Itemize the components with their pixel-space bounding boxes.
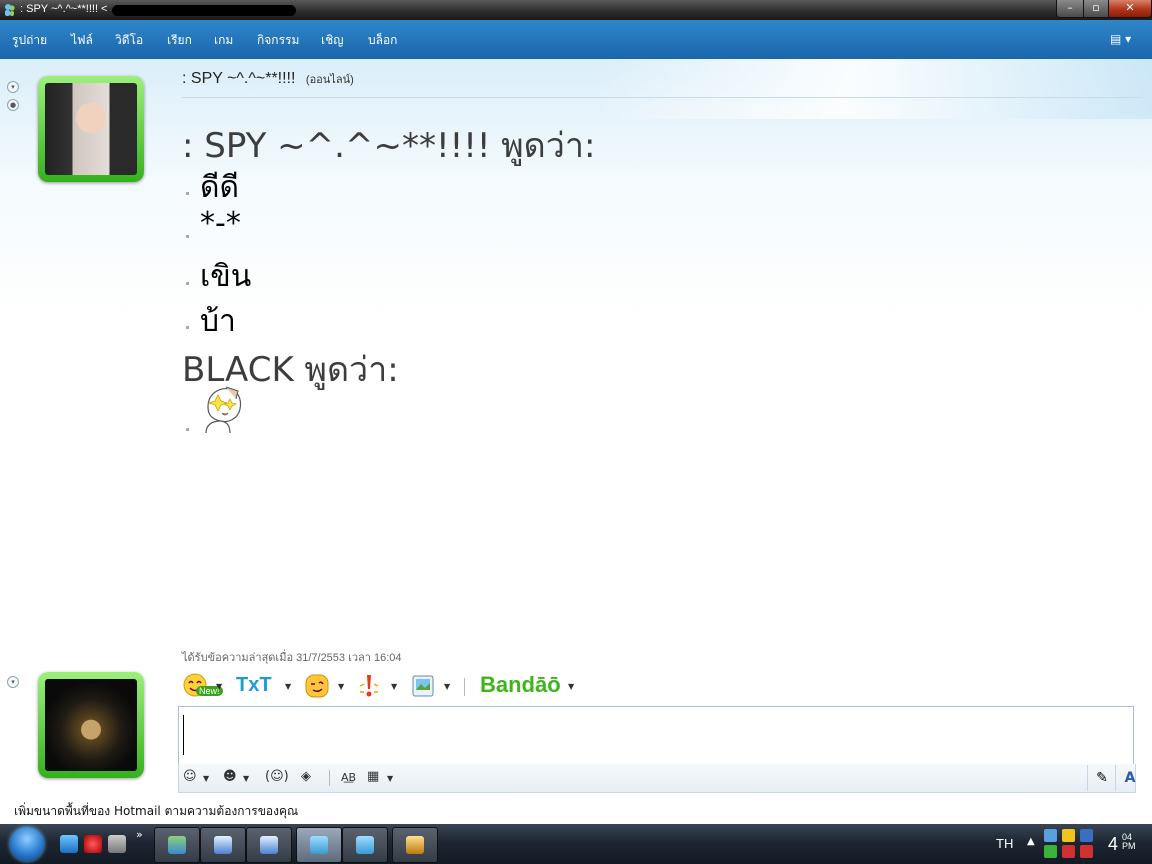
contact-avatar[interactable] [38, 76, 144, 182]
show-hidden-icons-icon[interactable]: ▲ [1027, 836, 1035, 847]
menu-activities[interactable]: กิจกรรม [257, 31, 299, 50]
menu-block[interactable]: บล็อก [368, 31, 397, 50]
collapse-self-icon[interactable]: ▾ [7, 676, 19, 688]
speaker-line: : SPY ~^.^~**!!!! พูดว่า: [182, 126, 596, 166]
format-bar: ☺ ▼ ☻ ▼ (☺) ◈ A͟B ▦ ▼ ✎ A [178, 764, 1136, 793]
window-title: : SPY ~^.^~**!!!! < [20, 3, 108, 15]
toolbar-divider [464, 678, 465, 696]
background-picture-icon[interactable] [410, 672, 436, 700]
start-button[interactable] [10, 827, 44, 861]
menu-photos[interactable]: รูปถ่าย [12, 31, 47, 50]
message-input[interactable] [178, 706, 1134, 766]
maximize-button[interactable]: ▫ [1083, 0, 1109, 18]
menu-bar: รูปถ่าย ไฟล์ วิดีโอ เรียก เกม กิจกรรม เช… [0, 20, 1152, 59]
nudge-icon[interactable] [356, 672, 382, 700]
more-quicklaunch-icon[interactable]: » [136, 828, 143, 841]
contact-header: : SPY ~^.^~**!!!! (ออนไลน์) [182, 70, 354, 88]
quicklaunch-app-icon[interactable] [84, 835, 102, 853]
contact-photo [45, 83, 137, 175]
taskbar-messenger-button[interactable] [342, 827, 388, 863]
format-divider [329, 770, 330, 786]
self-avatar[interactable] [38, 672, 144, 778]
emoticon-icon[interactable]: ☺ [183, 769, 197, 784]
compose-toolbar: New! ▼ TxT ▼ ▼ ▼ ▼ Bandāō ▼ [180, 672, 600, 702]
tray-app-icon[interactable] [1080, 845, 1093, 858]
message-bullet [186, 428, 189, 431]
messenger-tray-icon[interactable] [1044, 845, 1057, 858]
close-button[interactable]: ✕ [1108, 0, 1152, 18]
chevron-down-icon[interactable]: ▼ [391, 682, 397, 691]
taskbar: » TH ▲ 4 04 PM [0, 824, 1152, 864]
message-bullet [186, 326, 189, 329]
message-bullet [186, 282, 189, 285]
chevron-down-icon[interactable]: ▼ [444, 682, 450, 691]
voice-clip-icon[interactable]: (☺) [265, 769, 289, 784]
tray-app-icon[interactable] [1044, 829, 1057, 842]
clock-minute-ampm: 04 PM [1122, 832, 1136, 851]
last-message-info: ได้รับข้อความล่าสุดเมื่อ 31/7/2553 เวลา … [182, 652, 402, 664]
tray-app-icon[interactable] [1062, 845, 1075, 858]
chevron-down-icon[interactable]: ▼ [243, 774, 249, 783]
font-button[interactable]: A [1115, 765, 1144, 791]
ad-link[interactable]: เพิ่มขนาดพื้นที่ของ Hotmail ตามความต้องก… [14, 802, 298, 821]
text-caret [183, 715, 184, 755]
title-bar: : SPY ~^.^~**!!!! < – ▫ ✕ [0, 0, 1152, 20]
message-text: เขิน [200, 259, 252, 294]
bandoo-button[interactable]: Bandāō [480, 672, 561, 698]
send-file-icon[interactable]: ▦ [367, 769, 379, 784]
message-text: บ้า [200, 304, 236, 339]
taskbar-messenger-button[interactable] [296, 827, 342, 863]
contact-status: (ออนไลน์) [305, 74, 354, 86]
security-shield-icon[interactable] [1062, 829, 1075, 842]
header-decoration [600, 59, 1152, 119]
self-photo [45, 679, 137, 771]
contact-name: : SPY ~^.^~**!!!! [182, 70, 296, 87]
chevron-down-icon[interactable]: ▼ [216, 682, 222, 691]
menu-video[interactable]: วิดีโอ [115, 31, 143, 50]
quicklaunch-app-icon[interactable] [108, 835, 126, 853]
wink-icon[interactable] [304, 672, 330, 700]
chevron-down-icon[interactable]: ▼ [338, 682, 344, 691]
webcam-icon[interactable]: ● [7, 99, 19, 111]
internet-explorer-icon[interactable] [60, 835, 78, 853]
collapse-contact-icon[interactable]: ▾ [7, 81, 19, 93]
taskbar-app-button[interactable] [392, 827, 438, 863]
sticker-emoticon-icon [205, 386, 242, 434]
handwriting-icon[interactable]: ✎ [1087, 765, 1116, 791]
taskbar-app-button[interactable] [154, 827, 200, 863]
taskbar-app-button[interactable] [200, 827, 246, 863]
menu-games[interactable]: เกม [214, 31, 233, 50]
nudge-small-icon[interactable]: ◈ [301, 769, 311, 784]
chevron-down-icon[interactable]: ▼ [285, 682, 291, 691]
network-icon[interactable] [1080, 829, 1093, 842]
chevron-down-icon[interactable]: ▼ [203, 774, 209, 783]
message-text: ดีดี [200, 170, 239, 205]
spellcheck-icon[interactable]: A͟B [341, 771, 356, 784]
message-bullet [186, 192, 189, 195]
clock[interactable]: 4 04 PM [1108, 833, 1136, 855]
chevron-down-icon[interactable]: ▼ [387, 774, 393, 783]
messenger-icon[interactable] [3, 3, 17, 17]
minimize-button[interactable]: – [1056, 0, 1084, 18]
menu-call[interactable]: เรียก [167, 31, 192, 50]
redacted-block [112, 5, 296, 16]
message-bullet [186, 235, 189, 238]
show-menu-icon[interactable]: ▤ ▾ [1110, 32, 1131, 46]
txt-button[interactable]: TxT [236, 674, 272, 697]
clock-hour: 4 [1108, 834, 1119, 854]
language-indicator[interactable]: TH [996, 836, 1013, 851]
menu-invite[interactable]: เชิญ [321, 31, 343, 50]
menu-files[interactable]: ไฟล์ [71, 31, 93, 50]
chevron-down-icon[interactable]: ▼ [568, 682, 574, 691]
header-divider [182, 97, 1142, 98]
wink-small-icon[interactable]: ☻ [223, 769, 237, 784]
message-text: *-* [200, 206, 241, 241]
taskbar-app-button[interactable] [246, 827, 292, 863]
